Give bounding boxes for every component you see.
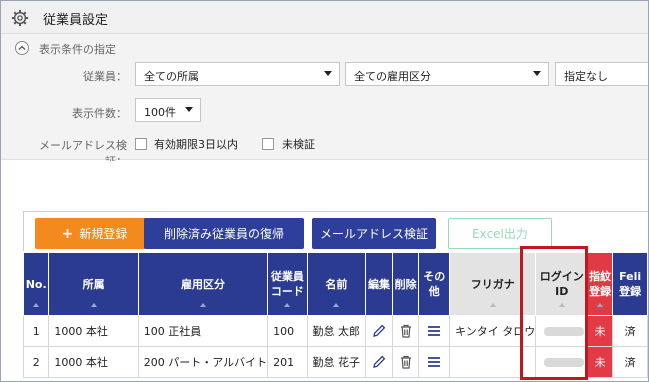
column-header-no[interactable]: No. xyxy=(22,252,50,316)
table-header-row: No. 所属 雇用区分 従業員 コード 名前 編集 削除 その他 フリガナ ログイ… xyxy=(22,252,648,316)
filter-heading: 表示条件の指定 xyxy=(39,43,116,56)
column-header-fingerprint[interactable]: 指紋 登録 xyxy=(587,252,614,316)
window-frame: 従業員設定 表示条件の指定 従業員： 全ての所属 全ての雇用区分 指定なし 表示… xyxy=(0,0,649,382)
mail-verify-label: メールアドレス検証 xyxy=(319,227,428,241)
cell-login-id-redacted xyxy=(535,315,589,347)
excel-export-button[interactable]: Excel出力 xyxy=(448,218,552,249)
column-header-delete: 削除 xyxy=(391,252,420,316)
cell-affiliation: 1000 本社 xyxy=(48,315,139,347)
affiliation-select-value: 全ての所属 xyxy=(144,70,199,83)
page-title: 従業員設定 xyxy=(43,13,109,28)
trash-icon xyxy=(400,355,411,369)
dropdown-caret-icon xyxy=(324,71,332,76)
extra-select[interactable]: 指定なし xyxy=(555,62,648,86)
sort-icon xyxy=(558,303,565,307)
cell-code: 100 xyxy=(267,315,308,347)
restore-deleted-button[interactable]: 削除済み従業員の復帰 xyxy=(144,218,304,249)
count-select[interactable]: 100件 xyxy=(135,98,201,122)
table-row[interactable]: 2 1000 本社 200 パート・アルバイト 201 勤怠 花子 未 済 xyxy=(22,346,648,378)
cell-affiliation: 1000 本社 xyxy=(48,346,139,378)
cell-furigana: キンタイ タロウ xyxy=(449,315,537,347)
cell-name: 勤怠 太郎 xyxy=(306,315,367,347)
cell-code: 201 xyxy=(267,346,308,378)
sort-icon xyxy=(90,303,97,307)
cell-login-id-redacted xyxy=(535,346,589,378)
edit-button[interactable] xyxy=(365,346,393,378)
mail-verify-button[interactable]: メールアドレス検証 xyxy=(312,218,436,249)
sort-icon xyxy=(199,303,206,307)
sort-icon xyxy=(597,303,604,307)
column-header-employment[interactable]: 雇用区分 xyxy=(137,252,269,316)
expiring-checkbox-label: 有効期限3日以内 xyxy=(154,138,238,151)
menu-icon xyxy=(428,326,441,336)
restore-deleted-label: 削除済み従業員の復帰 xyxy=(163,227,284,241)
cell-no: 2 xyxy=(22,346,50,378)
count-label: 表示件数： xyxy=(72,107,127,120)
edit-button[interactable] xyxy=(365,315,393,347)
column-header-login-id[interactable]: ログインID xyxy=(535,252,589,316)
table-row[interactable]: 1 1000 本社 100 正社員 100 勤怠 太郎 キンタイ タロウ 未 済 xyxy=(22,315,648,347)
column-header-edit: 編集 xyxy=(365,252,393,316)
employment-select-value: 全ての雇用区分 xyxy=(354,70,431,83)
column-header-name[interactable]: 名前 xyxy=(306,252,367,316)
more-menu-button[interactable] xyxy=(418,346,451,378)
new-registration-button[interactable]: + 新規登録 xyxy=(35,218,154,249)
cell-felica-status: 済 xyxy=(612,315,648,347)
count-select-value: 100件 xyxy=(144,106,176,119)
plus-icon: + xyxy=(61,225,74,242)
sort-icon xyxy=(489,303,496,307)
chevron-up-icon xyxy=(18,45,26,50)
employee-label: 従業員： xyxy=(83,70,127,83)
pencil-icon xyxy=(373,324,386,337)
pencil-icon xyxy=(373,355,386,368)
sort-icon xyxy=(284,303,291,307)
toolbar: + 新規登録 削除済み従業員の復帰 メールアドレス検証 Excel出力 xyxy=(23,211,648,251)
cell-employment: 100 正社員 xyxy=(137,315,269,347)
delete-button[interactable] xyxy=(391,315,420,347)
column-header-felica[interactable]: Feli 登録 xyxy=(612,252,648,316)
dropdown-caret-icon xyxy=(533,71,541,76)
excel-export-label: Excel出力 xyxy=(472,227,528,241)
cell-fingerprint-status: 未 xyxy=(587,315,614,347)
more-menu-button[interactable] xyxy=(418,315,451,347)
column-header-affiliation[interactable]: 所属 xyxy=(48,252,139,316)
cell-employment: 200 パート・アルバイト xyxy=(137,346,269,378)
delete-button[interactable] xyxy=(391,346,420,378)
expiring-checkbox[interactable] xyxy=(135,138,147,150)
cell-felica-status: 済 xyxy=(612,346,648,378)
column-header-furigana[interactable]: フリガナ xyxy=(449,252,537,316)
sort-icon xyxy=(33,303,40,307)
employee-table: No. 所属 雇用区分 従業員 コード 名前 編集 削除 その他 フリガナ ログイ… xyxy=(22,252,648,378)
unverified-checkbox[interactable] xyxy=(262,138,274,150)
collapse-filter-button[interactable] xyxy=(15,41,29,55)
sort-icon xyxy=(333,303,340,307)
column-header-other: その他 xyxy=(418,252,451,316)
new-registration-label: 新規登録 xyxy=(79,227,128,241)
extra-select-value: 指定なし xyxy=(564,70,608,83)
cell-furigana xyxy=(449,346,537,378)
filter-panel: 表示条件の指定 従業員： 全ての所属 全ての雇用区分 指定なし 表示件数： 10… xyxy=(1,34,648,168)
affiliation-select[interactable]: 全ての所属 xyxy=(135,62,340,86)
unverified-checkbox-label: 未検証 xyxy=(282,138,315,151)
cell-no: 1 xyxy=(22,315,50,347)
cell-name: 勤怠 花子 xyxy=(306,346,367,378)
cell-fingerprint-status: 未 xyxy=(587,346,614,378)
employment-select[interactable]: 全ての雇用区分 xyxy=(345,62,549,86)
gear-icon xyxy=(11,9,29,27)
menu-icon xyxy=(428,357,441,367)
trash-icon xyxy=(400,324,411,338)
title-bar: 従業員設定 xyxy=(1,1,648,34)
dropdown-caret-icon xyxy=(185,107,193,112)
column-header-code[interactable]: 従業員 コード xyxy=(267,252,308,316)
